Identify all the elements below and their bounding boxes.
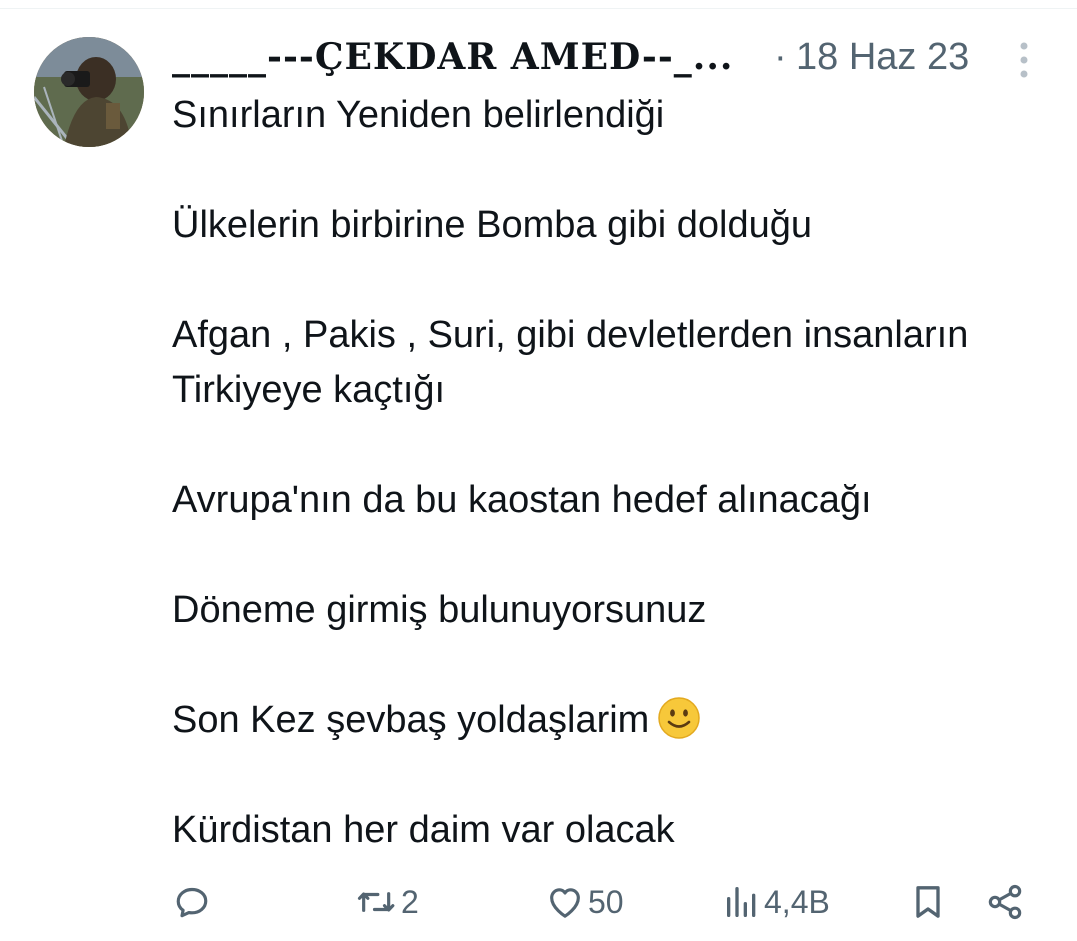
tweet-line: Kürdistan her daim var olacak <box>172 809 675 851</box>
heart-icon <box>550 888 580 918</box>
tweet-line: Tirkiyeye kaçtığı <box>172 369 446 411</box>
retweet-button[interactable]: 2 <box>355 880 419 924</box>
retweet-icon <box>357 892 395 912</box>
tweet-text: Sınırların Yeniden belirlendiği Ülkeleri… <box>172 88 1062 858</box>
bookmark-button[interactable] <box>908 880 948 924</box>
tweet-line: Avrupa'nın da bu kaostan hedef alınacağı <box>172 479 872 521</box>
tweet-actions-bar: 2 50 4,4B <box>0 872 1077 932</box>
tweet-line: Ülkelerin birbirine Bomba gibi dolduğu <box>172 204 813 246</box>
views-button[interactable]: 4,4B <box>722 880 830 924</box>
smiling-face-emoji-icon <box>658 697 701 739</box>
reply-icon <box>176 887 208 918</box>
reply-button[interactable] <box>172 880 212 924</box>
share-button[interactable] <box>985 880 1025 924</box>
views-icon <box>727 887 756 917</box>
tweet-line: Afgan , Pakis , Suri, gibi devletlerden … <box>172 314 969 356</box>
more-options-button[interactable] <box>1004 38 1044 82</box>
like-count: 50 <box>588 883 624 920</box>
more-vertical-icon <box>1020 42 1028 78</box>
tweet-line-with-emoji: Son Kez şevbaş yoldaşlarim <box>172 693 1062 748</box>
share-icon <box>988 884 1022 920</box>
tweet-header: _____---ÇEKDAR AMED--_... · 18 Haz 23 <box>172 30 1052 86</box>
author-name[interactable]: _____---ÇEKDAR AMED--_... <box>172 36 733 78</box>
tweet-line: Döneme girmiş bulunuyorsunuz <box>172 589 707 631</box>
bookmark-icon <box>916 886 940 918</box>
separator-dot: · <box>774 36 787 78</box>
tweet-date[interactable]: 18 Haz 23 <box>796 36 969 79</box>
retweet-count: 2 <box>401 883 419 920</box>
views-count: 4,4B <box>764 883 830 920</box>
avatar[interactable] <box>34 37 144 147</box>
top-divider <box>0 8 1077 9</box>
tweet-line: Sınırların Yeniden belirlendiği <box>172 94 665 136</box>
tweet-line-text: Son Kez şevbaş yoldaşlarim <box>172 699 650 741</box>
like-button[interactable]: 50 <box>544 880 624 924</box>
